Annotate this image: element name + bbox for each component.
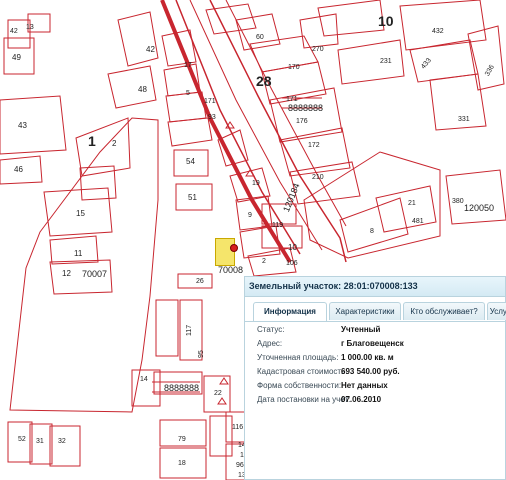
parcel-label: 18 xyxy=(178,460,186,467)
popup-titlebar[interactable]: Земельный участок: 28:01:070008:133 xyxy=(245,277,505,297)
parcel-label: 171 xyxy=(286,96,298,103)
field-label: Статус: xyxy=(257,325,285,334)
parcel-label: 19 xyxy=(252,180,260,187)
parcel-label: 26 xyxy=(196,278,204,285)
parcel-label: 52 xyxy=(18,436,26,443)
parcel-label: 11 xyxy=(74,249,83,258)
parcel-label: 12 xyxy=(62,269,71,278)
parcel-label: 380 xyxy=(452,198,464,205)
info-row: Форма собственности: Нет данных xyxy=(245,381,505,393)
field-value: 693 540.00 руб. xyxy=(341,367,400,376)
quarter-label: 10 xyxy=(378,13,394,29)
parcel-label: 42 xyxy=(146,45,155,54)
popup-title: Земельный участок: 28:01:070008:133 xyxy=(249,281,418,291)
parcel-label: 42 xyxy=(10,28,18,35)
parcel-label: 176 xyxy=(296,118,308,125)
info-row: Дата постановки на учет: 07.06.2010 xyxy=(245,395,505,407)
info-row: Статус: Учтенный xyxy=(245,325,505,337)
field-label: Кадастровая стоимость: xyxy=(257,367,348,376)
parcel-label: 10 xyxy=(288,243,297,252)
parcel-label: 60 xyxy=(256,34,264,41)
parcel-label: 8 xyxy=(370,228,374,235)
parcel-label: 43 xyxy=(18,121,27,130)
quarter-label: 1 xyxy=(88,133,96,149)
parcel-label: 481 xyxy=(412,218,424,225)
field-label: Уточненная площадь: xyxy=(257,353,339,362)
parcel-label: 31 xyxy=(36,438,44,445)
parcel-label: 54 xyxy=(186,157,195,166)
selected-parcel-highlight[interactable] xyxy=(215,238,235,266)
parcel-label: 170 xyxy=(288,64,300,71)
parcel-label: 331 xyxy=(458,116,470,123)
field-value: 1 000.00 кв. м xyxy=(341,353,394,362)
info-row: Уточненная площадь: 1 000.00 кв. м xyxy=(245,353,505,365)
parcel-label: 49 xyxy=(12,53,21,62)
parcel-label: 32 xyxy=(58,438,66,445)
popup-tabs: Информация Характеристики Кто обслуживае… xyxy=(245,299,506,322)
parcel-label: 22 xyxy=(214,390,222,397)
tab-services[interactable]: Услуги xyxy=(487,302,506,320)
cadastral-map[interactable]: 10 28 1 42 49 48 43 46 15 11 12 70007 17… xyxy=(0,0,506,480)
quarter-label: 70007 xyxy=(82,269,108,279)
parcel-label: 210 xyxy=(312,174,324,181)
parcel-label: 2 xyxy=(262,258,266,265)
parcel-label: 79 xyxy=(178,436,186,443)
parcel-label: 93 xyxy=(208,114,216,121)
parcel-label: 5 xyxy=(186,90,190,97)
parcel-label: 106 xyxy=(286,260,298,267)
field-value: 07.06.2010 xyxy=(341,395,382,404)
parcel-label: 46 xyxy=(14,165,23,174)
info-row: Адрес: г Благовещенск xyxy=(245,339,505,351)
parcel-label: 2 xyxy=(112,139,117,148)
quarter-label: 120050 xyxy=(464,203,495,213)
info-row: Кадастровая стоимость: 693 540.00 руб. xyxy=(245,367,505,379)
field-label: Форма собственности: xyxy=(257,381,342,390)
parcel-label: 116 xyxy=(232,424,244,431)
field-value: Учтенный xyxy=(341,325,381,334)
parcel-label: 13 xyxy=(26,24,34,31)
parcel-label: 21 xyxy=(408,200,416,207)
parcel-label: 17 xyxy=(184,62,192,69)
parcel-label: 117 xyxy=(186,324,193,336)
parcel-label: 15 xyxy=(76,209,85,218)
field-label: Дата постановки на учет: xyxy=(257,395,351,404)
parcel-label: 270 xyxy=(312,46,324,53)
field-label: Адрес: xyxy=(257,339,283,348)
parcel-label: 51 xyxy=(188,193,197,202)
parcel-label: 8888888 xyxy=(288,103,324,113)
parcel-label: 172 xyxy=(308,142,320,149)
field-value: Нет данных xyxy=(341,381,388,390)
location-pin-icon[interactable] xyxy=(230,244,238,252)
parcel-label: 96 xyxy=(236,462,244,469)
parcel-label: 95 xyxy=(198,350,205,358)
parcel-label: 432 xyxy=(432,28,444,35)
parcel-label: 171 xyxy=(204,98,216,105)
tab-who-serves[interactable]: Кто обслуживает? xyxy=(403,302,485,320)
parcel-info-popup: Земельный участок: 28:01:070008:133 Инфо… xyxy=(244,276,506,480)
parcel-label: 231 xyxy=(380,58,392,65)
parcel-label: 14 xyxy=(140,376,148,383)
tab-characteristics[interactable]: Характеристики xyxy=(329,302,401,320)
parcel-label: 119 xyxy=(272,222,284,229)
quarter-label: 70008 xyxy=(218,265,244,275)
parcel-label: 48 xyxy=(138,85,147,94)
tab-information[interactable]: Информация xyxy=(253,302,327,321)
parcel-label: 9 xyxy=(248,212,252,219)
parcel-label: 8888888 xyxy=(164,383,200,393)
field-value: г Благовещенск xyxy=(341,339,404,348)
quarter-label: 28 xyxy=(256,73,272,89)
